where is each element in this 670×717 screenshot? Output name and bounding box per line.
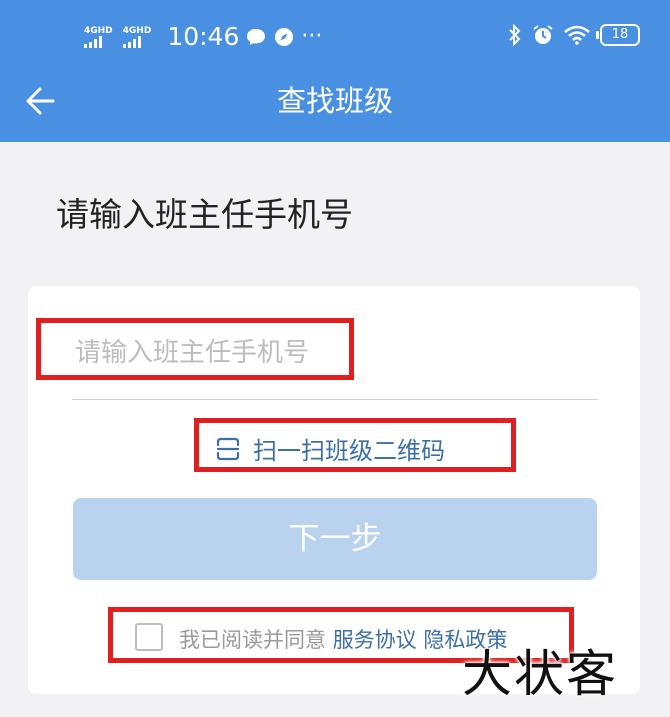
app-header: 4GHD 4GHD 10:46 ··· 18 查找班级	[0, 0, 670, 142]
page-title: 查找班级	[276, 84, 393, 118]
status-bar: 4GHD 4GHD 10:46 ··· 18	[0, 0, 670, 70]
agreement-text: 我已阅读并同意 服务协议 隐私政策	[179, 624, 507, 654]
service-agreement-link[interactable]: 服务协议	[333, 628, 417, 652]
battery-icon: 18	[596, 24, 640, 46]
alarm-icon	[533, 25, 553, 44]
watermark-logo: 大状客	[462, 645, 618, 703]
phone-prompt-heading: 请输入班主任手机号	[56, 195, 353, 234]
agree-checkbox[interactable]	[135, 623, 163, 651]
scan-qr-button[interactable]: 扫一扫班级二维码	[215, 431, 445, 466]
scan-highlight: 扫一扫班级二维码	[194, 418, 516, 472]
bluetooth-icon	[509, 24, 521, 46]
more-notifications-icon: ···	[301, 24, 323, 49]
scan-label: 扫一扫班级二维码	[253, 437, 445, 465]
input-underline	[72, 399, 598, 400]
network-label-2: 4GHD	[122, 26, 152, 36]
wifi-icon	[564, 25, 590, 45]
clock: 10:46	[167, 22, 240, 51]
signal-1: 4GHD	[84, 26, 113, 48]
signal-bars-icon	[122, 36, 141, 48]
phone-input-highlight	[36, 318, 354, 380]
compass-icon	[275, 28, 294, 46]
signal-bars-icon	[84, 36, 102, 48]
signal-2: 4GHD	[122, 26, 152, 48]
teacher-phone-input[interactable]	[75, 337, 345, 369]
scan-icon	[216, 437, 240, 460]
next-step-button[interactable]: 下一步	[73, 498, 597, 580]
network-label-1: 4GHD	[84, 26, 113, 36]
message-icon	[247, 29, 266, 45]
agree-prefix: 我已阅读并同意	[179, 628, 326, 652]
